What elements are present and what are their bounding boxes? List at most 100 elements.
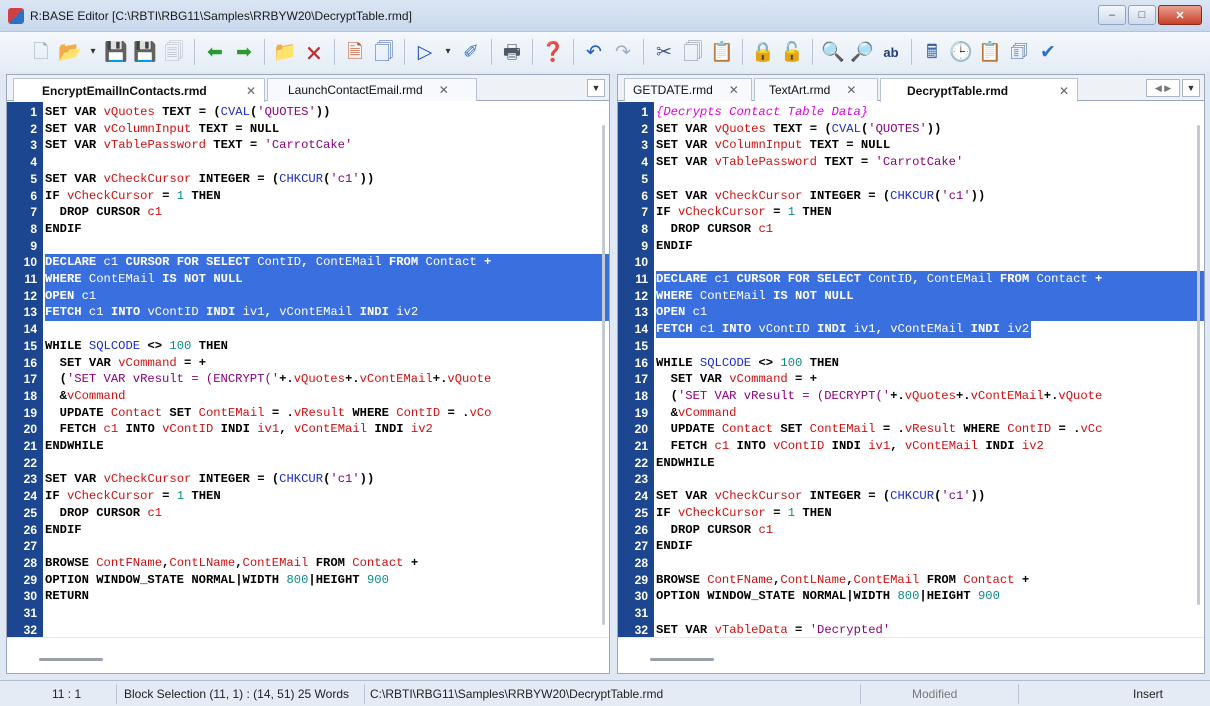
code-line[interactable]: 2 SET VAR vQuotes TEXT = (CVAL('QUOTES')) bbox=[618, 121, 1204, 138]
code-line[interactable]: 22 bbox=[7, 455, 609, 472]
code-text[interactable]: OPEN c1 bbox=[656, 304, 1204, 322]
code-text[interactable]: ('SET VAR vResult = (DECRYPT('+.vQuotes+… bbox=[656, 388, 1204, 405]
code-line[interactable]: 28 bbox=[618, 555, 1204, 572]
code-line[interactable]: 13 FETCH c1 INTO vContID INDI iv1, vContE… bbox=[7, 304, 609, 322]
tab-textart[interactable]: TextArt.rmd ✕ bbox=[754, 78, 878, 101]
find-next-icon[interactable]: 🔎 bbox=[849, 37, 875, 67]
code-text[interactable]: BROWSE ContFName,ContLName,ContEMail FRO… bbox=[45, 555, 609, 572]
code-line[interactable]: 11 DECLARE c1 CURSOR FOR SELECT ContID, C… bbox=[618, 271, 1204, 288]
code-line[interactable]: 6 IF vCheckCursor = 1 THEN bbox=[7, 188, 609, 205]
code-text[interactable]: SET VAR vColumnInput TEXT = NULL bbox=[45, 121, 609, 138]
open-folder-icon[interactable]: 📂 bbox=[57, 37, 83, 67]
code-line[interactable]: 32 bbox=[7, 622, 609, 638]
close-tab-icon[interactable]: ✕ bbox=[729, 83, 739, 97]
code-text[interactable]: SET VAR vCheckCursor INTEGER = (CHKCUR('… bbox=[45, 171, 609, 188]
horizontal-scrollbar[interactable] bbox=[7, 637, 609, 673]
code-line[interactable]: 9 bbox=[7, 238, 609, 255]
run-icon[interactable]: ▷ bbox=[412, 37, 438, 67]
vertical-scrollbar[interactable] bbox=[602, 125, 605, 625]
code-text[interactable]: DROP CURSOR c1 bbox=[45, 505, 609, 522]
check-icon[interactable]: ✔ bbox=[1035, 37, 1061, 67]
tab-list-dropdown-icon[interactable]: ▼ bbox=[1182, 79, 1200, 97]
save-all-icon[interactable]: 🗐 bbox=[161, 37, 187, 67]
code-line[interactable]: 13 OPEN c1 bbox=[618, 304, 1204, 322]
code-text[interactable]: WHILE SQLCODE <> 100 THEN bbox=[45, 338, 609, 355]
code-line[interactable]: 17 SET VAR vCommand = + bbox=[618, 371, 1204, 388]
scroll-thumb[interactable] bbox=[39, 658, 103, 661]
code-line[interactable]: 5 bbox=[618, 171, 1204, 188]
calculator-icon[interactable]: 🖩 bbox=[919, 37, 945, 67]
close-tab-icon[interactable]: ✕ bbox=[439, 83, 449, 97]
code-line[interactable]: 14 bbox=[7, 321, 609, 338]
unlock-icon[interactable]: 🔓 bbox=[779, 37, 805, 67]
code-line[interactable]: 23 SET VAR vCheckCursor INTEGER = (CHKCUR… bbox=[7, 471, 609, 488]
code-line[interactable]: 10 bbox=[618, 254, 1204, 271]
arrow-left-icon[interactable]: ⬅ bbox=[202, 37, 228, 67]
code-text[interactable]: SET VAR vCommand = + bbox=[45, 355, 609, 372]
tab-scroll-arrows-icon[interactable]: ◀ ▶ bbox=[1146, 79, 1180, 97]
close-file-icon[interactable]: 🗙 bbox=[301, 37, 327, 67]
code-text[interactable]: UPDATE Contact SET ContEMail = .vResult … bbox=[45, 405, 609, 422]
code-line[interactable]: 8 ENDIF bbox=[7, 221, 609, 238]
code-line[interactable]: 30 RETURN bbox=[7, 588, 609, 605]
code-line[interactable]: 28 BROWSE ContFName,ContLName,ContEMail F… bbox=[7, 555, 609, 572]
code-line[interactable]: 32 SET VAR vTableData = 'Decrypted' bbox=[618, 622, 1204, 638]
replace-icon[interactable]: ab bbox=[878, 37, 904, 67]
save-as-icon[interactable]: 💾 bbox=[132, 37, 158, 67]
tab-encrypt-email[interactable]: EncryptEmailInContacts.rmd ✕ bbox=[13, 78, 265, 102]
code-text[interactable]: SET VAR vTablePassword TEXT = 'CarrotCak… bbox=[656, 154, 1204, 171]
debug-icon[interactable]: ✐ bbox=[458, 37, 484, 67]
code-line[interactable]: 12 WHERE ContEMail IS NOT NULL bbox=[618, 287, 1204, 305]
code-text[interactable]: ENDIF bbox=[656, 238, 1204, 255]
code-line[interactable]: 6 SET VAR vCheckCursor INTEGER = (CHKCUR(… bbox=[618, 188, 1204, 205]
code-line[interactable]: 31 bbox=[7, 605, 609, 622]
code-text[interactable]: &vCommand bbox=[656, 405, 1204, 422]
code-line[interactable]: 18 &vCommand bbox=[7, 388, 609, 405]
code-text[interactable]: SET VAR vQuotes TEXT = (CVAL('QUOTES')) bbox=[45, 104, 609, 121]
code-text[interactable]: DECLARE c1 CURSOR FOR SELECT ContID, Con… bbox=[656, 271, 1204, 288]
code-line[interactable]: 7 DROP CURSOR c1 bbox=[7, 204, 609, 221]
undo-icon[interactable]: ↶ bbox=[581, 37, 607, 67]
dropdown-icon[interactable]: ▾ bbox=[441, 37, 455, 67]
code-text[interactable]: SET VAR vCheckCursor INTEGER = (CHKCUR('… bbox=[45, 471, 609, 488]
code-line[interactable]: 17 ('SET VAR vResult = (ENCRYPT('+.vQuot… bbox=[7, 371, 609, 388]
code-line[interactable]: 3 SET VAR vColumnInput TEXT = NULL bbox=[618, 137, 1204, 154]
code-line[interactable]: 20 FETCH c1 INTO vContID INDI iv1, vCont… bbox=[7, 421, 609, 438]
code-line[interactable]: 15 bbox=[618, 338, 1204, 355]
code-line[interactable]: 22 ENDWHILE bbox=[618, 455, 1204, 472]
code-line[interactable]: 20 UPDATE Contact SET ContEMail = .vResu… bbox=[618, 421, 1204, 438]
code-line[interactable]: 14 FETCH c1 INTO vContID INDI iv1, vContE… bbox=[618, 321, 1204, 339]
code-text[interactable]: OPTION WINDOW_STATE NORMAL|WIDTH 800|HEI… bbox=[656, 588, 1204, 605]
code-text[interactable]: SET VAR vTableData = 'Decrypted' bbox=[656, 622, 1204, 638]
code-text[interactable]: ENDIF bbox=[45, 221, 609, 238]
code-line[interactable]: 18 ('SET VAR vResult = (DECRYPT('+.vQuot… bbox=[618, 388, 1204, 405]
code-text[interactable]: SET VAR vColumnInput TEXT = NULL bbox=[656, 137, 1204, 154]
code-line[interactable]: 21 ENDWHILE bbox=[7, 438, 609, 455]
code-text[interactable]: IF vCheckCursor = 1 THEN bbox=[656, 204, 1204, 221]
lock-icon[interactable]: 🔒 bbox=[750, 37, 776, 67]
code-line[interactable]: 26 ENDIF bbox=[7, 522, 609, 539]
code-text[interactable]: ENDWHILE bbox=[45, 438, 609, 455]
code-text[interactable]: ('SET VAR vResult = (ENCRYPT('+.vQuotes+… bbox=[45, 371, 609, 388]
page-setup-icon[interactable]: 🗍 bbox=[371, 37, 397, 67]
code-line[interactable]: 16 SET VAR vCommand = + bbox=[7, 355, 609, 372]
code-line[interactable]: 15 WHILE SQLCODE <> 100 THEN bbox=[7, 338, 609, 355]
code-line[interactable]: 29 OPTION WINDOW_STATE NORMAL|WIDTH 800|H… bbox=[7, 572, 609, 589]
code-line[interactable]: 19 &vCommand bbox=[618, 405, 1204, 422]
code-line[interactable]: 1 SET VAR vQuotes TEXT = (CVAL('QUOTES')) bbox=[7, 104, 609, 121]
code-text[interactable]: BROWSE ContFName,ContLName,ContEMail FRO… bbox=[656, 572, 1204, 589]
code-text[interactable]: SET VAR vTablePassword TEXT = 'CarrotCak… bbox=[45, 137, 609, 154]
code-line[interactable]: 27 ENDIF bbox=[618, 538, 1204, 555]
code-line[interactable]: 23 bbox=[618, 471, 1204, 488]
close-window-button[interactable]: ✕ bbox=[1158, 5, 1202, 25]
code-line[interactable]: 2 SET VAR vColumnInput TEXT = NULL bbox=[7, 121, 609, 138]
code-text[interactable]: SET VAR vCheckCursor INTEGER = (CHKCUR('… bbox=[656, 188, 1204, 205]
insert-icon[interactable]: 🗊 bbox=[1006, 37, 1032, 67]
close-tab-icon[interactable]: ✕ bbox=[246, 84, 256, 98]
code-text[interactable]: IF vCheckCursor = 1 THEN bbox=[45, 188, 609, 205]
code-line[interactable]: 9 ENDIF bbox=[618, 238, 1204, 255]
code-line[interactable]: 26 DROP CURSOR c1 bbox=[618, 522, 1204, 539]
code-text[interactable]: IF vCheckCursor = 1 THEN bbox=[45, 488, 609, 505]
close-tab-icon[interactable]: ✕ bbox=[1059, 84, 1069, 98]
code-line[interactable]: 25 DROP CURSOR c1 bbox=[7, 505, 609, 522]
